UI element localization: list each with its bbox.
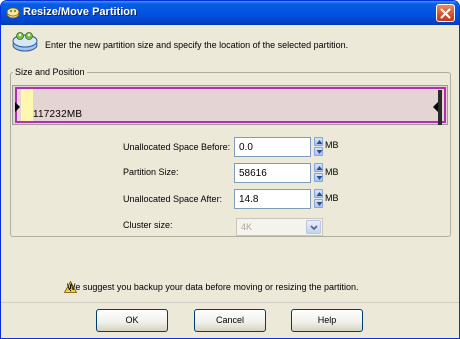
cancel-button[interactable]: Cancel — [194, 309, 266, 332]
right-resize-handle[interactable] — [438, 90, 442, 125]
before-unit: MB — [325, 140, 339, 150]
after-unit: MB — [325, 193, 339, 203]
after-spinner[interactable] — [314, 189, 323, 209]
left-resize-handle[interactable] — [15, 102, 20, 112]
chevron-down-icon — [316, 150, 323, 154]
before-spin-up[interactable] — [314, 137, 323, 146]
instruction-text: Enter the new partition size and specify… — [45, 40, 349, 50]
cluster-size-value: 4K — [241, 222, 253, 232]
chevron-up-icon — [316, 192, 323, 196]
before-input[interactable] — [234, 137, 311, 157]
window-title: Resize/Move Partition — [23, 6, 137, 18]
chevron-down-icon — [316, 202, 323, 206]
size-spin-down[interactable] — [314, 173, 323, 182]
cluster-label: Cluster size: — [123, 220, 173, 230]
size-unit: MB — [325, 167, 339, 177]
warning-text: We suggest you backup your data before m… — [67, 282, 359, 292]
cluster-dropdown-button[interactable] — [306, 220, 321, 234]
resize-move-dialog: Resize/Move Partition Enter the new part… — [0, 0, 460, 339]
title-bar[interactable]: Resize/Move Partition — [1, 1, 459, 25]
used-space-fill — [21, 89, 33, 121]
after-spin-down[interactable] — [314, 199, 323, 208]
after-label: Unallocated Space After: — [123, 194, 223, 204]
partition-size-input[interactable] — [234, 163, 311, 183]
size-spinner[interactable] — [314, 163, 323, 183]
close-button[interactable] — [436, 4, 455, 22]
chevron-down-icon — [316, 176, 323, 180]
partition-size-label: 117232MB — [33, 109, 83, 120]
instruction-banner: Enter the new partition size and specify… — [1, 25, 459, 61]
help-button[interactable]: Help — [291, 309, 363, 332]
before-spin-down[interactable] — [314, 147, 323, 156]
right-arrow-icon — [433, 102, 438, 112]
button-separator — [1, 302, 459, 303]
after-spin-up[interactable] — [314, 189, 323, 198]
ok-button[interactable]: OK — [96, 309, 168, 332]
partition-bar[interactable]: 117232MB — [12, 85, 448, 125]
chevron-down-icon — [310, 225, 318, 231]
chevron-up-icon — [316, 166, 323, 170]
partition-disks-icon — [12, 32, 38, 52]
partition-frame[interactable]: 117232MB — [15, 87, 446, 125]
chevron-up-icon — [316, 140, 323, 144]
partition-app-icon — [6, 7, 20, 19]
close-icon — [440, 8, 451, 19]
before-spinner[interactable] — [314, 137, 323, 157]
size-label: Partition Size: — [123, 167, 179, 177]
cluster-size-select[interactable]: 4K — [236, 218, 323, 236]
before-label: Unallocated Space Before: — [123, 142, 231, 152]
size-spin-up[interactable] — [314, 163, 323, 172]
after-input[interactable] — [234, 189, 311, 209]
group-label: Size and Position — [13, 67, 87, 77]
